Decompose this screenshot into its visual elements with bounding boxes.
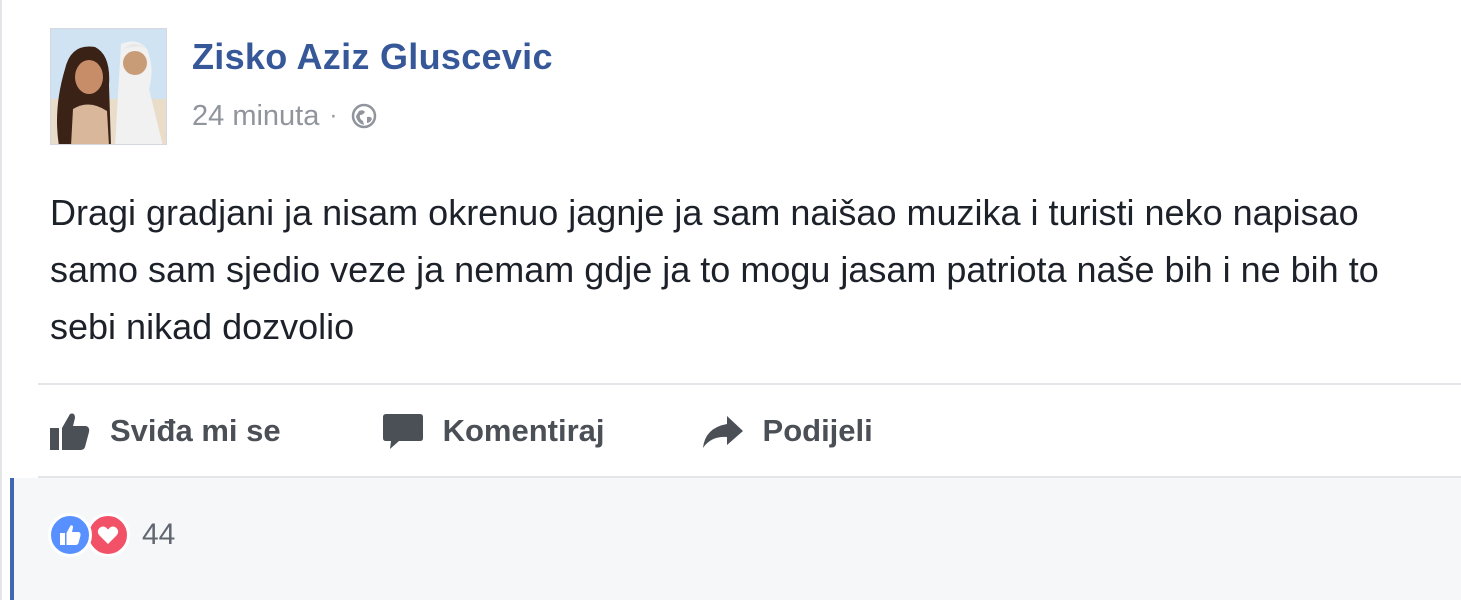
love-reaction-icon bbox=[86, 513, 130, 557]
like-label: Sviđa mi se bbox=[110, 413, 281, 448]
avatar[interactable] bbox=[50, 28, 167, 145]
share-button[interactable]: Podijeli bbox=[701, 410, 873, 452]
globe-icon[interactable] bbox=[351, 103, 377, 129]
divider bbox=[38, 383, 1461, 385]
comment-icon bbox=[381, 410, 425, 452]
like-reaction-icon bbox=[48, 513, 92, 557]
author-name[interactable]: Zisko Aziz Gluscevic bbox=[192, 36, 553, 78]
like-button[interactable]: Sviđa mi se bbox=[48, 410, 281, 452]
post-timestamp[interactable]: 24 minuta bbox=[192, 100, 319, 133]
reaction-count[interactable]: 44 bbox=[142, 518, 175, 552]
comment-button[interactable]: Komentiraj bbox=[381, 410, 605, 452]
post-text: Dragi gradjani ja nisam okrenuo jagnje j… bbox=[50, 192, 1379, 347]
reaction-summary[interactable]: 44 bbox=[48, 511, 175, 559]
reactions-area bbox=[10, 478, 1461, 600]
post-card: Zisko Aziz Gluscevic 24 minuta · Dragi g… bbox=[0, 0, 1461, 600]
post-meta: 24 minuta · bbox=[192, 96, 377, 136]
share-arrow-icon bbox=[701, 410, 745, 452]
thumbs-up-icon bbox=[48, 410, 92, 452]
share-label: Podijeli bbox=[762, 413, 873, 448]
action-bar: Sviđa mi se Komentiraj Podijeli bbox=[48, 405, 873, 457]
meta-separator: · bbox=[329, 102, 338, 129]
comment-label: Komentiraj bbox=[442, 413, 605, 448]
